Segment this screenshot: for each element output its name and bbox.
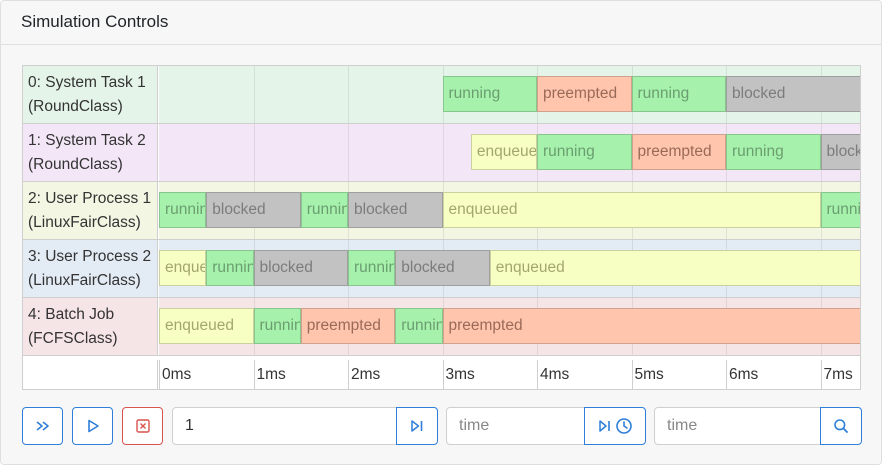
search-button[interactable]	[820, 407, 862, 445]
axis-tick: 4ms	[537, 360, 569, 389]
process-name: 1: System Task 2	[28, 132, 146, 149]
card-body: 4: Batch Job(FCFSClass)enqueuedrunningpr…	[1, 45, 881, 464]
state-segment-enqueued[interactable]: enqueued	[159, 250, 207, 286]
run-until-time-button[interactable]	[584, 407, 646, 445]
time-axis: 0ms 1ms 2ms 3ms 4ms 5ms 6ms 7ms	[23, 360, 860, 389]
state-segment-enqueued[interactable]: enqueued	[470, 134, 537, 170]
axis-tick-label: 0ms	[162, 366, 192, 383]
process-scheduler-class: (FCFSClass)	[28, 330, 118, 347]
process-row: 1: System Task 2(RoundClass)enqueuedrunn…	[23, 124, 860, 182]
state-segment-enqueued[interactable]: enqueued	[159, 308, 254, 344]
step-button[interactable]	[396, 407, 438, 445]
process-scheduler-class: (LinuxFairClass)	[28, 272, 141, 289]
axis-tick-label: 7ms	[823, 366, 853, 383]
state-segment-running[interactable]: running	[206, 250, 254, 286]
search-time-input[interactable]	[654, 407, 821, 445]
state-segment-running[interactable]: running	[300, 192, 348, 228]
process-scheduler-class: (RoundClass)	[28, 156, 123, 173]
state-segment-running[interactable]: running	[253, 308, 301, 344]
process-scheduler-class: (RoundClass)	[28, 98, 123, 115]
axis-tick-label: 1ms	[256, 366, 286, 383]
state-segment-preempted[interactable]: preempted	[631, 134, 726, 170]
process-label: 4: Batch Job (FCFSClass)	[23, 298, 158, 355]
axis-tick-label: 5ms	[634, 366, 664, 383]
simulation-controls-card: Simulation Controls 4: Batch Job (FCFSCla…	[0, 0, 882, 465]
state-segment-preempted[interactable]: preempted	[442, 308, 860, 344]
axis-tick: 6ms	[726, 360, 758, 389]
state-segment-preempted[interactable]: preempted	[300, 308, 396, 344]
process-timeline: runningblockedrunningblockedenqueuedrunn…	[159, 182, 860, 239]
process-name: 0: System Task 1	[28, 74, 146, 91]
process-label: 1: System Task 2 (RoundClass)	[23, 124, 158, 181]
state-segment-blocked[interactable]: blocked	[253, 250, 348, 286]
axis-tick: 0ms	[159, 360, 191, 389]
process-name: 4: Batch Job	[28, 306, 115, 323]
process-label: 2: User Process 1 (LinuxFairClass)	[23, 182, 158, 239]
stop-button[interactable]	[122, 407, 163, 445]
gridline	[348, 66, 349, 123]
process-timeline: running preempted running blocked	[159, 66, 860, 123]
play-icon	[87, 419, 99, 433]
fast-forward-button[interactable]	[22, 407, 63, 445]
process-row: 4: Batch Job(FCFSClass)enqueuedrunningpr…	[23, 298, 860, 356]
fast-forward-icon	[36, 421, 49, 431]
state-segment-enqueued[interactable]: enqueued	[442, 192, 821, 228]
state-segment-running[interactable]: running	[395, 308, 443, 344]
clock-icon	[615, 418, 632, 434]
state-segment-running[interactable]: running	[442, 76, 537, 112]
axis-tick-label: 2ms	[351, 366, 381, 383]
process-timeline: enqueuedrunningpreemptedrunningpreempted	[159, 298, 860, 355]
gridline	[348, 124, 349, 181]
process-label: 0: System Task 1 (RoundClass)	[23, 66, 158, 123]
state-segment-running[interactable]: running	[159, 192, 207, 228]
axis-tick: 1ms	[253, 360, 286, 389]
process-row: 3: User Process 2 (LinuxFairClass) enqueue…	[23, 240, 860, 298]
state-segment-blocked[interactable]: blocked	[206, 192, 301, 228]
axis-tick: 5ms	[631, 360, 664, 389]
axis-tick-label: 4ms	[540, 366, 570, 383]
play-button[interactable]	[72, 407, 113, 445]
process-scheduler-class: (LinuxFairClass)	[28, 214, 141, 231]
gantt-chart: 4: Batch Job(FCFSClass)enqueuedrunningpr…	[22, 65, 861, 390]
card-header: Simulation Controls	[1, 1, 881, 45]
axis-tick-label: 6ms	[729, 366, 759, 383]
state-segment-running[interactable]: running	[348, 250, 396, 286]
search-icon	[834, 419, 848, 433]
state-segment-blocked[interactable]: blocked	[726, 76, 860, 112]
state-segment-blocked[interactable]: blocked	[820, 134, 860, 170]
skip-forward-icon	[598, 420, 610, 432]
state-segment-running[interactable]: running	[726, 134, 821, 170]
axis-tick: 2ms	[348, 360, 380, 389]
gridline	[253, 124, 255, 181]
gridline	[442, 124, 444, 181]
process-row: 0: System Task 1 (RoundClass) running preem…	[23, 66, 860, 124]
close-box-icon	[135, 419, 150, 433]
process-timeline: enqueuedrunningpreemptedrunningblocked	[159, 124, 860, 181]
axis-track: 0ms 1ms 2ms 3ms 4ms 5ms 6ms 7ms	[159, 360, 860, 389]
process-row: 2: User Process 1 (LinuxFairClass) running…	[23, 182, 860, 240]
state-segment-running[interactable]: running	[820, 192, 860, 228]
step-count-input[interactable]	[172, 407, 397, 445]
gridline	[253, 66, 255, 123]
state-segment-running[interactable]: running	[537, 134, 632, 170]
state-segment-running[interactable]: running	[631, 76, 726, 112]
state-segment-blocked[interactable]: blocked	[395, 250, 490, 286]
state-segment-blocked[interactable]: blocked	[348, 192, 443, 228]
skip-forward-icon	[411, 420, 423, 432]
axis-tick: 7ms	[820, 360, 853, 389]
state-segment-enqueued[interactable]: enqueued	[489, 250, 860, 286]
state-segment-preempted[interactable]: preempted	[537, 76, 632, 112]
process-name: 2: User Process 1	[28, 190, 152, 207]
process-timeline: enqueuedrunningblockedrunningblockedenqu…	[159, 240, 860, 297]
run-until-time-input[interactable]	[446, 407, 585, 445]
axis-tick: 3ms	[442, 360, 475, 389]
process-name: 3: User Process 2	[28, 248, 152, 265]
axis-tick-label: 3ms	[445, 366, 475, 383]
process-label: 3: User Process 2 (LinuxFairClass)	[23, 240, 158, 297]
card-title: Simulation Controls	[21, 12, 169, 31]
axis-corner-cell	[23, 360, 158, 389]
